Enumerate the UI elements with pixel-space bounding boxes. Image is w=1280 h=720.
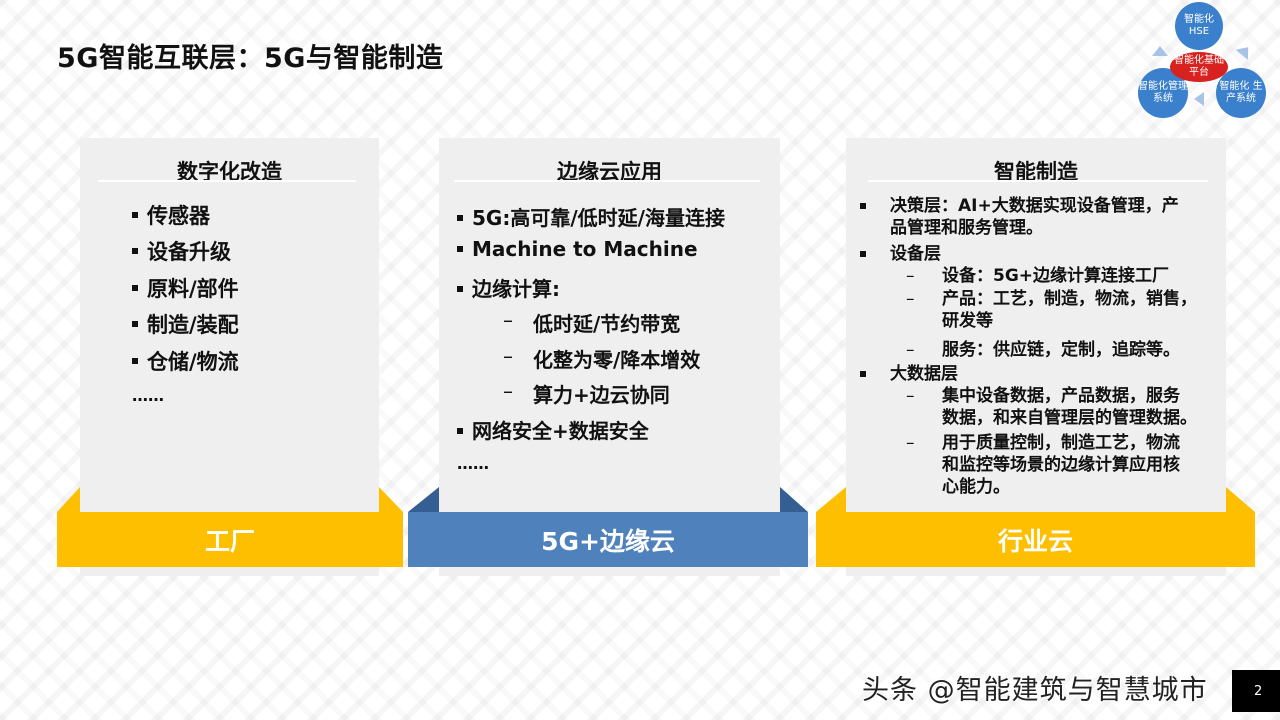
sub-list-item: – 低时延/节约带宽 [503,308,681,336]
sub-list-item: – 用于质量控制，制造工艺，物流 和监控等场景的边缘计算应用核 心能力。 [906,433,1180,497]
bullet-icon [860,251,866,257]
dash-icon: – [503,379,513,403]
dash-icon: – [503,308,513,332]
slide-title: 5G智能互联层：5G与智能制造 [57,43,444,74]
cycle-arrow-icon [1152,46,1168,56]
ribbon-fold [379,487,403,512]
bullet-icon [132,321,138,327]
cycle-arrow-icon [1235,42,1255,60]
bullet-icon [457,214,463,221]
sub-list-item: – 化整为零/降本增效 [503,344,701,372]
section-big-data-layer: 大数据层 [860,363,958,385]
list-item: Machine to Machine [457,237,698,261]
dash-icon: – [906,340,915,360]
intelligent-platform-diagram: 智能化HSE 智能化管理系统 智能化 生产系统 智能化基础平台 [1130,0,1280,125]
dash-icon: – [503,344,513,368]
heading-underline [868,180,1208,182]
bullet-icon [132,285,138,291]
card-intelligent-manufacturing: 智能制造 决策层：AI+大数据实现设备管理，产 品管理和服务管理。 设备层 – 设… [846,138,1226,576]
ribbon-industry-cloud: 行业云 [816,512,1255,567]
list-item: 制造/装配 [132,309,239,339]
sub-list-item: – 产品：工艺，制造，物流，销售， 研发等 [906,289,1197,331]
dash-icon: – [906,386,915,406]
list-item: 仓储/物流 [132,346,239,376]
bullet-icon [457,285,463,292]
bullet-icon [457,245,463,252]
list-item: 5G:高可靠/低时延/海量连接 [457,202,725,231]
sub-list-item: – 集中设备数据，产品数据，服务 数据，和来自管理层的管理数据。 [906,386,1197,428]
watermark-text: 头条 @智能建筑与智慧城市 [862,675,1208,706]
ribbon-fold [816,487,846,512]
sub-list-item: – 服务：供应链，定制，追踪等。 [906,340,1180,360]
list-item: 设备升级 [132,236,231,266]
ribbon-fold [57,487,80,512]
heading-underline [454,180,760,182]
hse-circle: 智能化HSE [1175,2,1223,50]
list-item: 传感器 [132,200,210,230]
ribbon-fold [408,487,439,512]
ribbon-fold [1226,487,1255,512]
bullet-icon [860,371,866,377]
ribbon-factory: 工厂 [57,512,403,567]
list-item: 边缘计算: [457,273,560,302]
bullet-icon [132,248,138,254]
bullet-icon [457,427,463,434]
ellipsis: …… [132,386,164,405]
bullet-icon [132,358,138,364]
base-platform-ellipse: 智能化基础平台 [1170,52,1228,82]
dash-icon: – [906,433,915,453]
sub-list-item: – 算力+边云协同 [503,379,670,407]
ribbon-fold [780,487,808,512]
ellipsis: …… [457,454,489,473]
card-edge-cloud-application: 边缘云应用 5G:高可靠/低时延/海量连接 Machine to Machine… [439,138,780,576]
dash-icon: – [906,266,915,286]
page-number: 2 [1232,670,1280,712]
section-device-layer: 设备层 [860,243,941,265]
heading-underline [98,180,356,182]
dash-icon: – [906,289,915,309]
bullet-icon [132,212,138,218]
list-item: 网络安全+数据安全 [457,415,649,444]
list-item: 原料/部件 [132,273,239,303]
sub-list-item: – 设备：5G+边缘计算连接工厂 [906,266,1170,286]
bullet-icon [860,203,866,209]
section-decision-layer: 决策层：AI+大数据实现设备管理，产 品管理和服务管理。 [860,195,1179,239]
card-digital-transformation: 数字化改造 传感器 设备升级 原料/部件 制造/装配 仓储/物流 …… [80,138,379,576]
ribbon-5g-edge-cloud: 5G+边缘云 [408,512,808,567]
cycle-arrow-icon [1194,92,1204,106]
